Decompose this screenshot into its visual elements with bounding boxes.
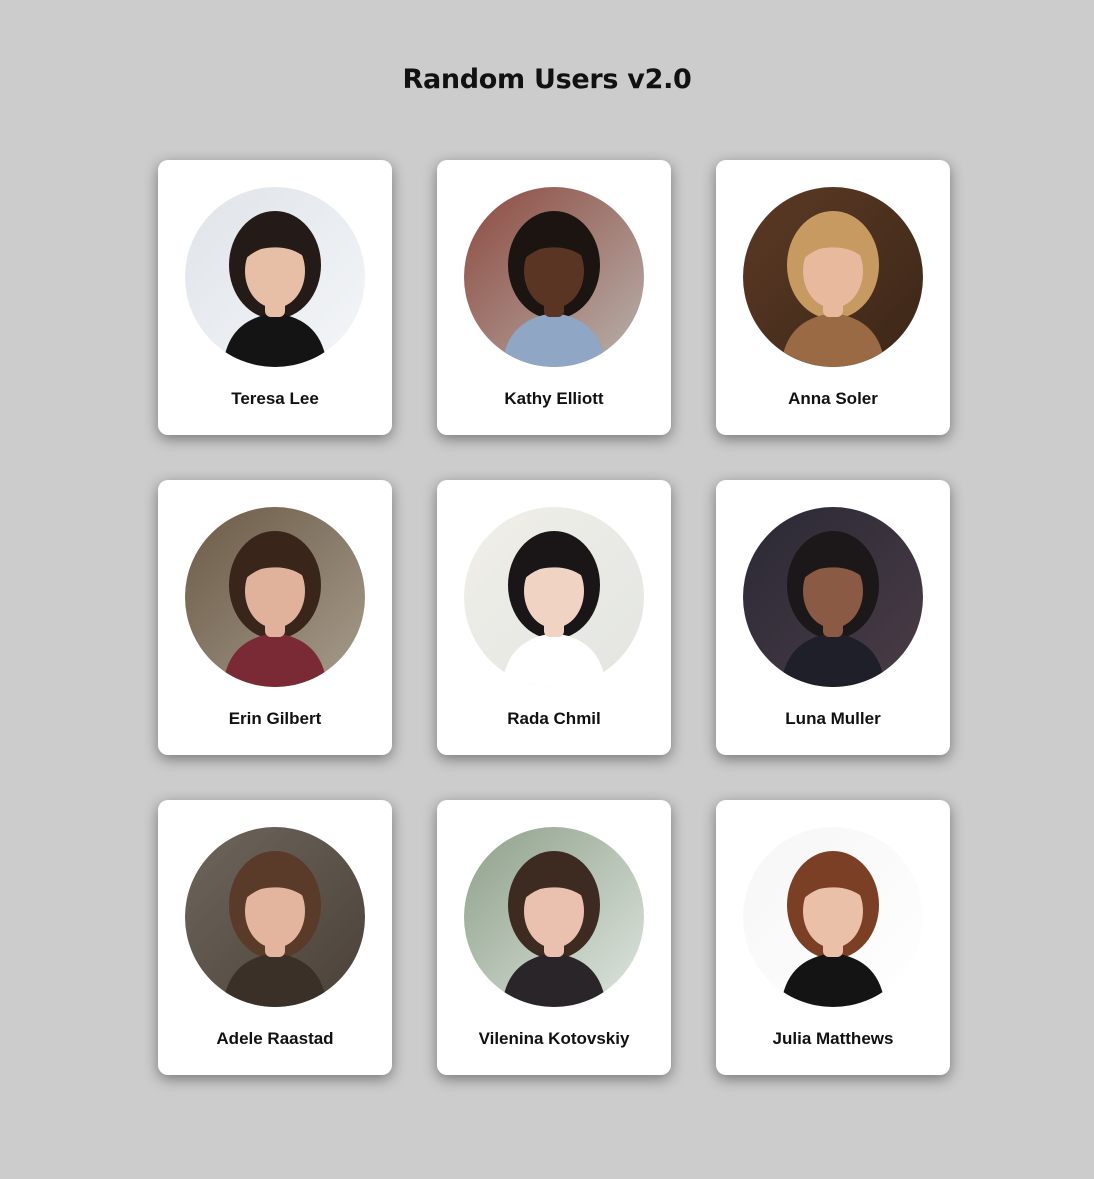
portrait-image [743,187,923,367]
user-name: Julia Matthews [772,1029,894,1048]
user-card[interactable]: Erin Gilbert [158,480,392,755]
user-card[interactable]: Anna Soler [716,160,950,435]
user-name: Vilenina Kotovskiy [478,1029,630,1048]
user-name: Rada Chmil [507,709,601,728]
user-avatar [464,507,644,687]
portrait-image [185,187,365,367]
user-avatar [185,827,365,1007]
user-avatar [464,827,644,1007]
user-card[interactable]: Vilenina Kotovskiy [437,800,671,1075]
user-card[interactable]: Teresa Lee [158,160,392,435]
user-card[interactable]: Kathy Elliott [437,160,671,435]
portrait-image [743,507,923,687]
user-avatar [743,187,923,367]
user-card[interactable]: Luna Muller [716,480,950,755]
user-avatar [185,507,365,687]
portrait-image [464,827,644,1007]
user-name: Luna Muller [785,709,881,728]
user-avatar [464,187,644,367]
portrait-image [743,827,923,1007]
user-avatar [743,827,923,1007]
user-name: Erin Gilbert [228,709,322,728]
user-avatar [185,187,365,367]
portrait-image [185,827,365,1007]
user-card[interactable]: Julia Matthews [716,800,950,1075]
portrait-image [464,187,644,367]
user-name: Teresa Lee [231,389,319,408]
user-name: Kathy Elliott [504,389,604,408]
user-name: Adele Raastad [216,1029,334,1048]
user-grid: Teresa Lee Kathy Elliott Anna Soler Erin… [158,160,950,1075]
portrait-image [464,507,644,687]
user-avatar [743,507,923,687]
portrait-image [185,507,365,687]
user-name: Anna Soler [788,389,878,408]
user-card[interactable]: Rada Chmil [437,480,671,755]
page-title: Random Users v2.0 [402,64,692,95]
user-card[interactable]: Adele Raastad [158,800,392,1075]
